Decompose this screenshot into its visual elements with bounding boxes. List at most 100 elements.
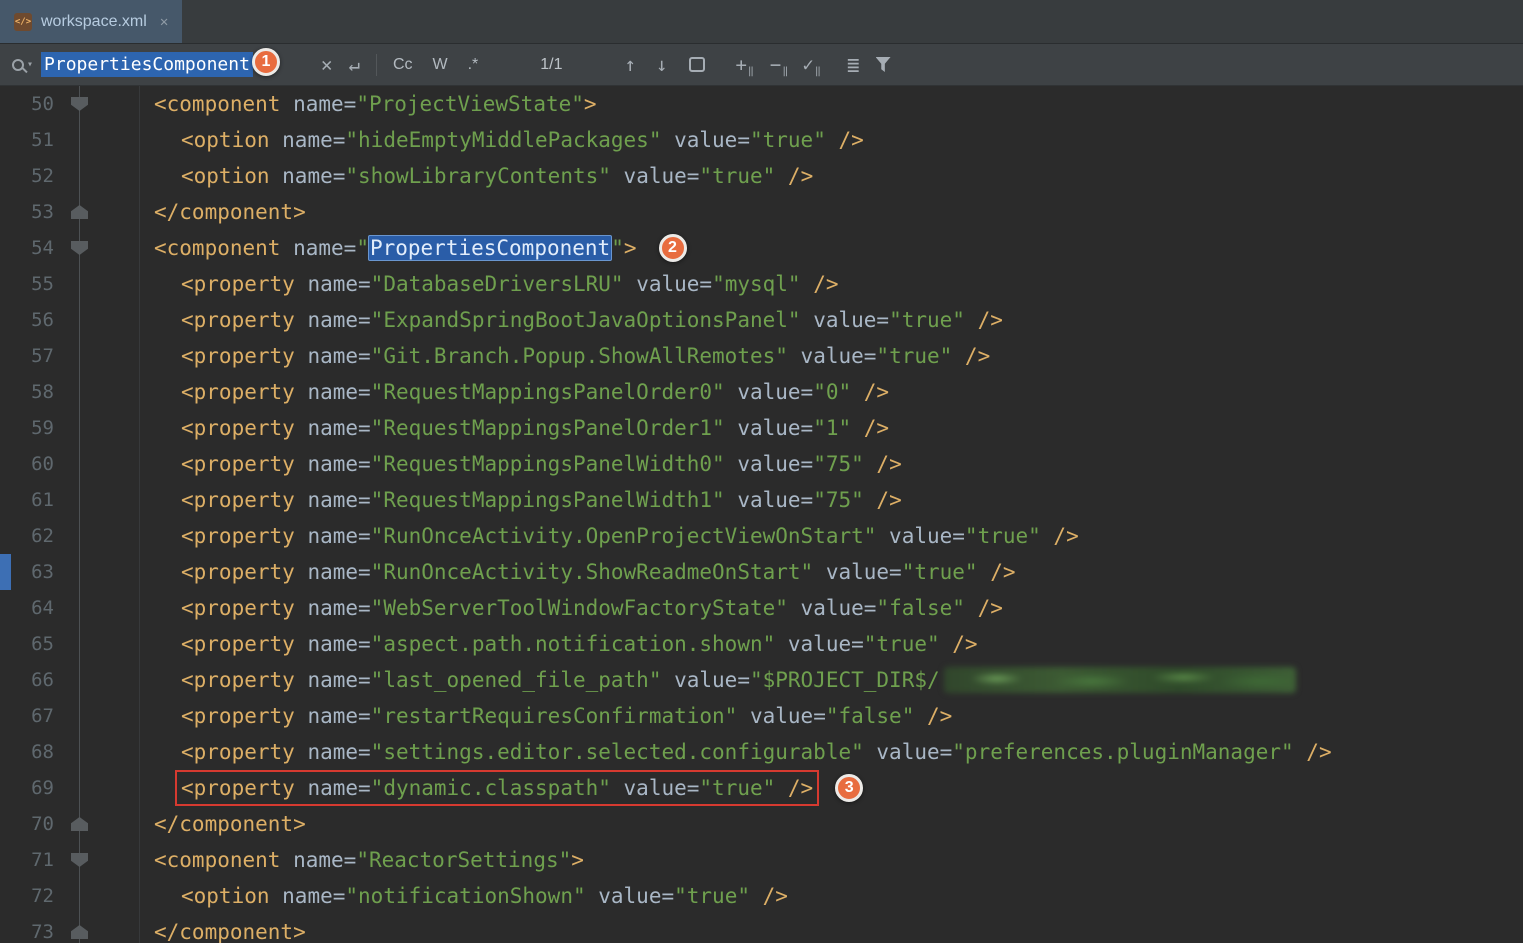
code-line[interactable]: 67<property name="restartRequiresConfirm… [0,698,1523,734]
tab-close-icon[interactable]: ✕ [160,14,168,30]
fold-marker[interactable] [71,241,88,255]
code-line[interactable]: 55 <property name="DatabaseDriversLRU" va… [0,266,1523,302]
code-token: "75" [813,452,864,476]
filter-icon[interactable] [876,57,891,72]
fold-marker[interactable] [71,205,88,219]
code-token: value [661,128,737,152]
code-line[interactable]: 54<component name="PropertiesComponent">… [0,230,1523,266]
code-token: /> [914,704,952,728]
code-token: = [344,92,357,116]
fold-marker[interactable] [71,853,88,867]
line-number: 70 [6,813,54,835]
remove-occurrence-icon[interactable]: −‖ [770,54,786,76]
fold-marker[interactable] [71,97,88,111]
code-line[interactable]: 65<property name="aspect.path.notificati… [0,626,1523,662]
code-token: "WebServerToolWindowFactoryState" [371,596,788,620]
code-token: "mysql" [712,272,801,296]
code-line[interactable]: 52<option name="showLibraryContents" val… [0,158,1523,194]
code-token: "RunOnceActivity.OpenProjectViewOnStart" [371,524,877,548]
code-text: <property name="DatabaseDriversLRU" valu… [140,272,839,296]
line-number: 58 [6,381,54,403]
code-token: = [333,884,346,908]
code-line[interactable]: 71<component name="ReactorSettings"> [0,842,1523,878]
next-occurrence-icon[interactable]: ↓ [656,54,667,76]
code-token: > [624,236,637,260]
line-number: 55 [6,273,54,295]
fold-column [66,230,108,266]
code-text: <property name="WebServerToolWindowFacto… [140,596,1003,620]
code-token: > [571,848,584,872]
fold-column [66,734,108,770]
gutter: 69 [0,770,140,806]
code-text: </component> [140,920,306,943]
code-token: <property [181,704,295,728]
code-line[interactable]: 53</component> [0,194,1523,230]
code-text: <property name="last_opened_file_path" v… [140,667,1296,693]
code-token: name [295,380,358,404]
select-all-occurrences-icon[interactable]: ✓‖ [802,54,818,76]
code-text: <property name="RunOnceActivity.OpenProj… [140,524,1079,548]
code-token: = [358,776,371,800]
code-token: </component> [154,812,306,836]
code-line[interactable]: 59<property name="RequestMappingsPanelOr… [0,410,1523,446]
code-text: </component> [140,812,306,836]
search-icon[interactable]: ▾ [12,59,33,71]
code-token: = [687,164,700,188]
fold-column [66,626,108,662]
code-text: <property name="restartRequiresConfirmat… [140,704,952,728]
line-number: 63 [6,561,54,583]
code-line[interactable]: 63<property name="RunOnceActivity.ShowRe… [0,554,1523,590]
code-line[interactable]: 62<property name="RunOnceActivity.OpenPr… [0,518,1523,554]
prev-occurrence-icon[interactable]: ↑ [625,54,636,76]
chevron-down-icon: ▾ [27,59,33,70]
code-line[interactable]: 69<property name="dynamic.classpath" val… [0,770,1523,806]
code-token: > [584,92,597,116]
newline-icon[interactable]: ↵ [348,54,359,76]
code-line[interactable]: 70 </component> [0,806,1523,842]
code-token: "RequestMappingsPanelWidth1" [371,488,725,512]
match-case-toggle[interactable]: Cc [393,56,413,74]
code-token: = [864,596,877,620]
code-line[interactable]: 66<property name="last_opened_file_path"… [0,662,1523,698]
code-line[interactable]: 64<property name="WebServerToolWindowFac… [0,590,1523,626]
xml-file-icon: </> [14,13,32,31]
code-token: = [358,452,371,476]
code-token: = [864,344,877,368]
code-text: <property name="RequestMappingsPanelOrde… [140,380,889,404]
code-token: "showLibraryContents" [345,164,611,188]
code-line[interactable]: 50<component name="ProjectViewState"> [0,86,1523,122]
code-token: <property [181,416,295,440]
clear-search-icon[interactable]: ✕ [321,54,332,76]
fold-marker[interactable] [71,925,88,939]
search-options-icon[interactable]: ≣ [847,53,860,77]
code-token: "true" [965,524,1041,548]
line-number: 73 [6,921,54,943]
open-results-in-tool-window-icon[interactable] [689,57,705,72]
code-text: <property name="settings.editor.selected… [140,740,1332,764]
code-line[interactable]: 51<option name="hideEmptyMiddlePackages"… [0,122,1523,158]
code-line[interactable]: 57<property name="Git.Branch.Popup.ShowA… [0,338,1523,374]
code-line[interactable]: 73 </component> [0,914,1523,943]
fold-marker[interactable] [71,817,88,831]
words-toggle[interactable]: W [433,56,448,74]
code-token: name [295,740,358,764]
regex-toggle[interactable]: .* [468,56,479,74]
code-token: value [788,596,864,620]
code-line[interactable]: 56<property name="ExpandSpringBootJavaOp… [0,302,1523,338]
fold-column [66,86,108,122]
code-line[interactable]: 61<property name="RequestMappingsPanelWi… [0,482,1523,518]
code-text: <component name="PropertiesComponent">2 [140,234,687,262]
code-line[interactable]: 60<property name="RequestMappingsPanelWi… [0,446,1523,482]
add-occurrence-icon[interactable]: +‖ [735,54,751,76]
line-number: 60 [6,453,54,475]
magnifier-icon [12,59,24,71]
code-token: = [358,344,371,368]
gutter: 73 [0,914,140,943]
code-line[interactable]: 72<option name="notificationShown" value… [0,878,1523,914]
redacted-value [944,667,1296,693]
code-line[interactable]: 68<property name="settings.editor.select… [0,734,1523,770]
code-token: name [295,272,358,296]
code-line[interactable]: 58 <property name="RequestMappingsPanelOr… [0,374,1523,410]
code-token: name [270,164,333,188]
tab-workspace-xml[interactable]: </> workspace.xml ✕ [0,0,182,43]
